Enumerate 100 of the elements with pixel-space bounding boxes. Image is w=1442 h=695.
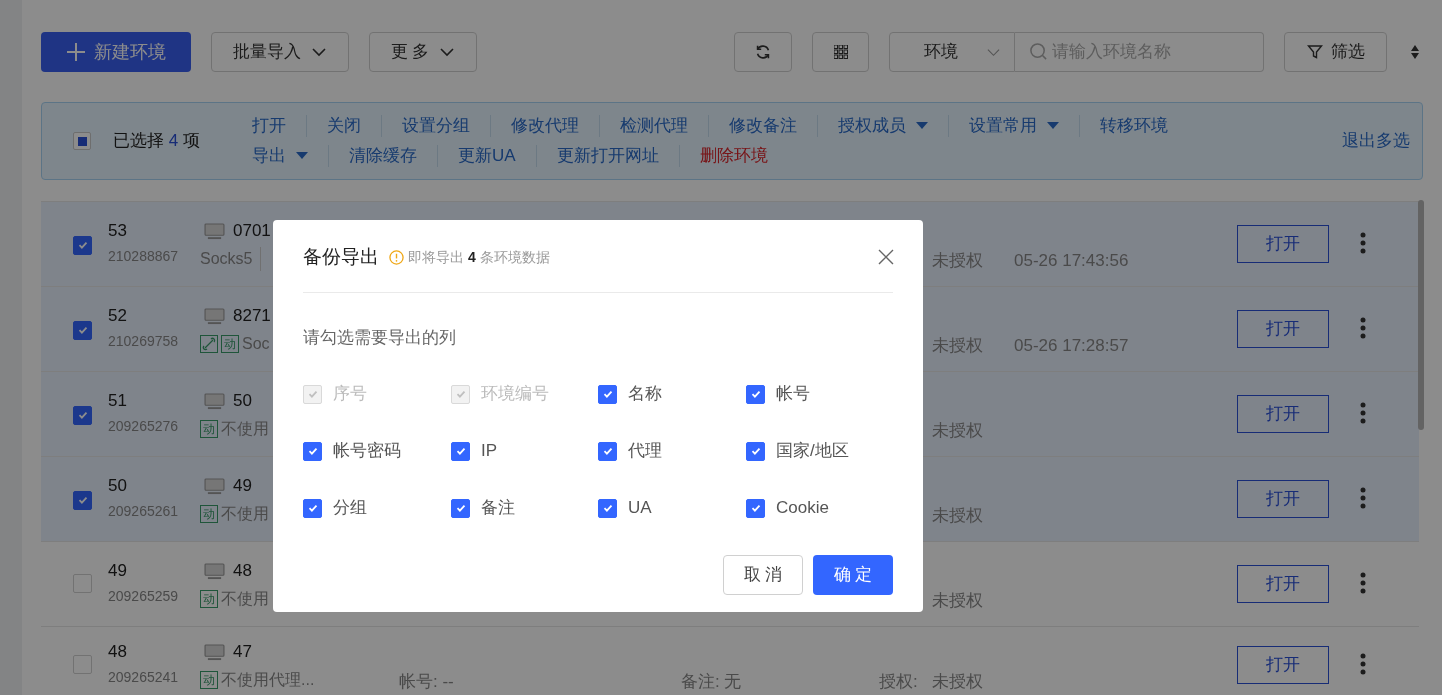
environment-name: 48 [233,560,252,583]
search-scope-select[interactable]: 环境 [889,32,1015,72]
plus-icon [66,42,86,62]
checkbox[interactable] [746,441,765,461]
environment-name: 0701 [233,220,271,243]
more-vertical-icon[interactable] [1360,232,1366,254]
check-icon [306,388,319,400]
export-count-note: 即将导出 4 条环境数据 [408,247,550,267]
open-button[interactable]: 打开 [1237,310,1329,348]
check-icon [76,409,89,421]
serial-number: 52 [108,305,128,327]
checkbox[interactable] [451,498,470,518]
environment-id: 210269758 [108,332,180,351]
dialog-title: 备份导出 [303,244,379,269]
checkbox[interactable] [598,441,617,461]
open-button[interactable]: 打开 [1237,395,1329,433]
search-icon [1029,42,1048,61]
check-icon [306,502,319,514]
action-link[interactable]: 更新UA [437,145,536,167]
grid-icon [833,45,848,59]
proxy-text: 不使用 [221,589,269,609]
more-vertical-icon[interactable] [1360,402,1366,424]
checkbox[interactable] [598,498,617,518]
confirm-button[interactable]: 确 定 [813,555,893,595]
open-button[interactable]: 打开 [1237,565,1329,603]
refresh-button[interactable] [734,32,792,72]
filter-button[interactable]: 筛选 [1284,32,1387,72]
environment-id: 210288867 [108,247,180,266]
check-icon [749,388,762,400]
action-link[interactable]: 设置分组 [381,115,490,137]
environment-id: 209265259 [108,587,180,606]
remark-text: 备注: 无 [681,672,742,691]
option-label: 帐号密码 [333,440,401,463]
close-icon [877,248,895,266]
action-link[interactable]: 导出 [252,145,328,167]
dynamic-tag: 动 [200,420,218,438]
action-link[interactable]: 修改代理 [490,115,599,137]
check-icon [601,445,614,457]
auth-status: 未授权 [932,250,983,272]
option-label: 帐号 [776,383,810,406]
open-button[interactable]: 打开 [1237,225,1329,263]
check-icon [454,502,467,514]
action-link[interactable]: 授权成员 [817,115,948,137]
more-vertical-icon[interactable] [1360,317,1366,339]
proxy-text: Socks5 [200,247,262,271]
caret-down-icon [296,152,308,160]
checkbox[interactable] [303,498,322,518]
checkbox[interactable] [73,235,92,255]
batch-import-button[interactable]: 批量导入 [211,32,349,72]
environment-id: 209265261 [108,502,180,521]
sort-icon[interactable] [1410,44,1420,60]
monitor-icon [204,222,225,240]
checkbox[interactable] [451,441,470,461]
grid-view-button[interactable] [812,32,869,72]
environment-name: 47 [233,641,252,664]
option-label: Cookie [776,497,829,520]
action-link[interactable]: 清除缓存 [328,145,437,167]
caret-down-icon [1047,122,1059,130]
created-time: 05-26 17:43:56 [1014,251,1129,270]
proxy-text: 不使用代理... [221,670,315,690]
dynamic-tag: 动 [200,505,218,523]
checkbox[interactable] [746,498,765,518]
option-label: IP [481,440,498,463]
action-link[interactable]: 设置常用 [948,115,1079,137]
filter-icon [1306,44,1323,60]
check-icon [601,502,614,514]
action-link[interactable]: 打开 [252,115,306,137]
select-all-checkbox[interactable] [73,132,91,150]
more-vertical-icon[interactable] [1360,487,1366,509]
monitor-icon [204,643,225,661]
serial-number: 53 [108,220,128,242]
monitor-icon [204,477,225,495]
option-label: 代理 [628,440,662,463]
cancel-button[interactable]: 取 消 [723,555,803,595]
action-link[interactable]: 转移环境 [1079,115,1188,137]
checkbox[interactable] [303,441,322,461]
action-link[interactable]: 更新打开网址 [535,145,679,167]
delete-action-link[interactable]: 删除环境 [678,145,788,167]
serial-number: 51 [108,390,128,412]
action-link[interactable]: 关闭 [306,115,381,137]
checkbox[interactable] [746,384,765,404]
open-button[interactable]: 打开 [1237,480,1329,518]
auth-status: 未授权 [932,505,983,527]
check-icon [454,445,467,457]
more-vertical-icon[interactable] [1360,653,1366,675]
checkbox[interactable] [73,320,92,340]
selected-count-text: 已选择 4 项 [113,130,201,153]
action-link[interactable]: 修改备注 [708,115,817,137]
more-vertical-icon[interactable] [1360,572,1366,594]
more-button[interactable]: 更 多 [369,32,477,72]
dynamic-tag: 动 [221,335,239,353]
check-icon [749,445,762,457]
scrollbar[interactable] [1418,200,1424,430]
checkbox[interactable] [73,490,92,510]
new-environment-button[interactable]: 新建环境 [41,32,191,72]
checkbox[interactable] [73,405,92,425]
exit-multiselect-link[interactable]: 退出多选 [1342,128,1410,154]
checkbox[interactable] [598,384,617,404]
action-link[interactable]: 检测代理 [599,115,708,137]
open-button[interactable]: 打开 [1237,646,1329,684]
